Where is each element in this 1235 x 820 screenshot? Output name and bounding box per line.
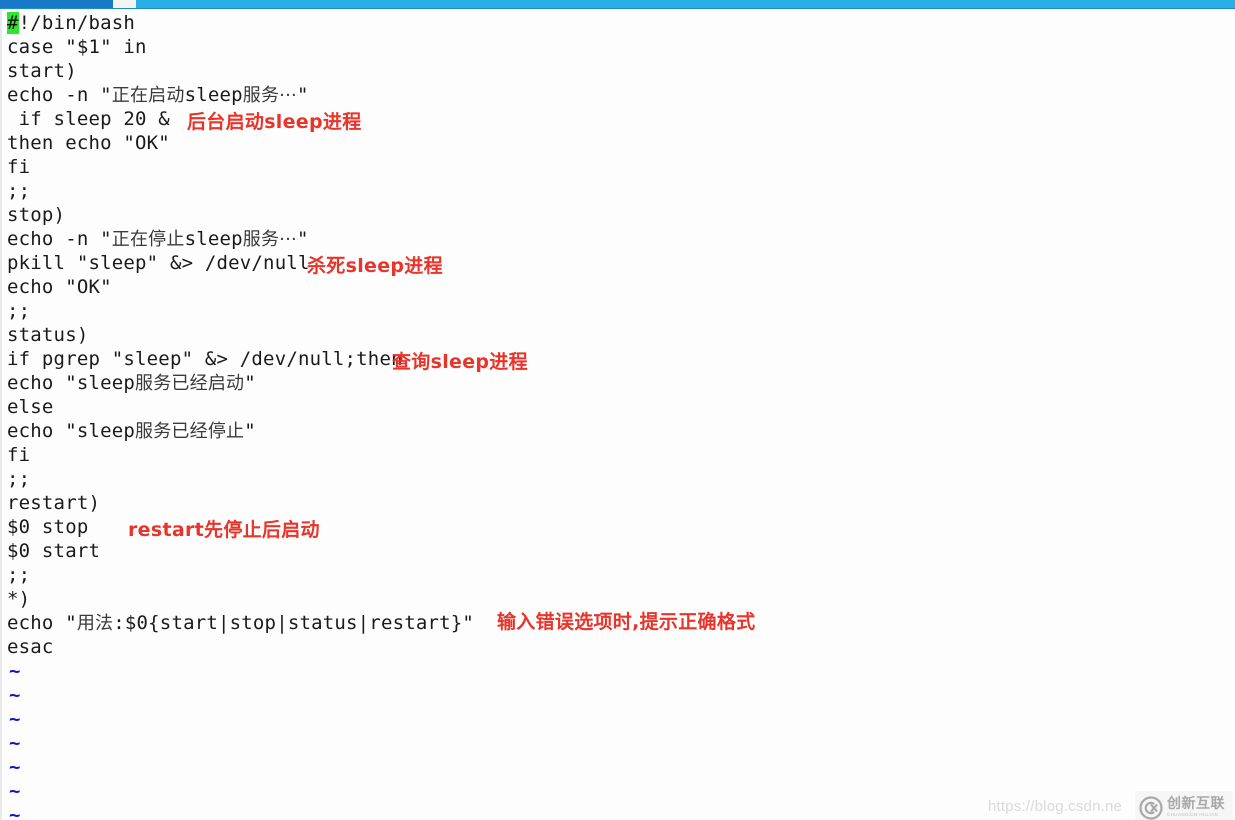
code-line[interactable]: ;; <box>7 299 30 323</box>
code-line[interactable]: $0 start <box>7 539 100 563</box>
annot-usage: 输入错误选项时,提示正确格式 <box>497 611 756 633</box>
cjk-text: 服务已经停止 <box>135 421 245 442</box>
watermark-logo: 创新互联 CHUANGXIN HULIAN <box>1135 791 1233 820</box>
empty-line-marker: ~ <box>9 804 21 820</box>
cjk-text: 用法 <box>76 613 114 634</box>
code-line[interactable]: start) <box>7 59 77 83</box>
logo-text-block: 创新互联 CHUANGXIN HULIAN <box>1167 797 1225 818</box>
code-line[interactable]: echo "sleep服务已经停止" <box>7 419 256 443</box>
screenshot-root: #!/bin/bash case "$1" in start) echo -n "正在… <box>0 0 1235 820</box>
code-line[interactable]: echo "用法:$0{start|stop|status|restart}" <box>7 611 474 635</box>
empty-line-marker: ~ <box>9 780 21 802</box>
code-line[interactable]: if pgrep "sleep" &> /dev/null;then <box>7 347 403 371</box>
code-line[interactable]: echo "sleep服务已经启动" <box>7 371 256 395</box>
cjk-text: 服务··· <box>242 85 297 106</box>
empty-line-marker: ~ <box>9 732 21 754</box>
code-line[interactable]: case "$1" in <box>7 35 147 59</box>
text-cursor: # <box>7 12 19 34</box>
code-line[interactable]: if sleep 20 & <box>7 107 170 131</box>
code-line[interactable]: $0 stop <box>7 515 88 539</box>
code-line[interactable]: ;; <box>7 467 30 491</box>
code-line[interactable]: then echo "OK" <box>7 131 170 155</box>
logo-pinyin: CHUANGXIN HULIAN <box>1167 812 1219 818</box>
browser-top-bar <box>0 0 1235 9</box>
annot-start-bg: 后台启动sleep进程 <box>187 111 362 133</box>
cjk-text: 服务··· <box>242 229 297 250</box>
empty-line-marker: ~ <box>9 684 21 706</box>
annot-query: 查询sleep进程 <box>392 351 528 373</box>
cx-logo-icon <box>1139 795 1163 820</box>
code-line[interactable]: echo "OK" <box>7 275 112 299</box>
code-line[interactable]: echo -n "正在启动sleep服务···" <box>7 83 309 107</box>
annot-restart: restart先停止后启动 <box>128 519 320 541</box>
code-line[interactable]: status) <box>7 323 88 347</box>
cjk-text: 服务已经启动 <box>135 373 245 394</box>
empty-line-marker: ~ <box>9 708 21 730</box>
code-line[interactable]: restart) <box>7 491 100 515</box>
code-line[interactable]: ;; <box>7 563 30 587</box>
code-line[interactable]: fi <box>7 443 30 467</box>
vim-editor-pane[interactable]: #!/bin/bash case "$1" in start) echo -n "正在… <box>0 9 1235 820</box>
annot-kill: 杀死sleep进程 <box>307 255 443 277</box>
code-line[interactable]: #!/bin/bash <box>7 11 135 35</box>
code-line[interactable]: pkill "sleep" &> /dev/null <box>7 251 310 275</box>
code-line[interactable]: stop) <box>7 203 65 227</box>
logo-chinese-name: 创新互联 <box>1167 796 1225 813</box>
empty-line-marker: ~ <box>9 660 21 682</box>
watermark-url: https://blog.csdn.ne <box>988 798 1123 815</box>
empty-line-marker: ~ <box>9 756 21 778</box>
code-line[interactable]: echo -n "正在停止sleep服务···" <box>7 227 309 251</box>
code-line[interactable]: else <box>7 395 54 419</box>
cjk-text: 正在启动 <box>111 85 185 106</box>
code-line[interactable]: ;; <box>7 179 30 203</box>
code-line[interactable]: esac <box>7 635 54 659</box>
cjk-text: 正在停止 <box>111 229 185 250</box>
code-line[interactable]: fi <box>7 155 30 179</box>
code-line[interactable]: *) <box>7 587 30 611</box>
